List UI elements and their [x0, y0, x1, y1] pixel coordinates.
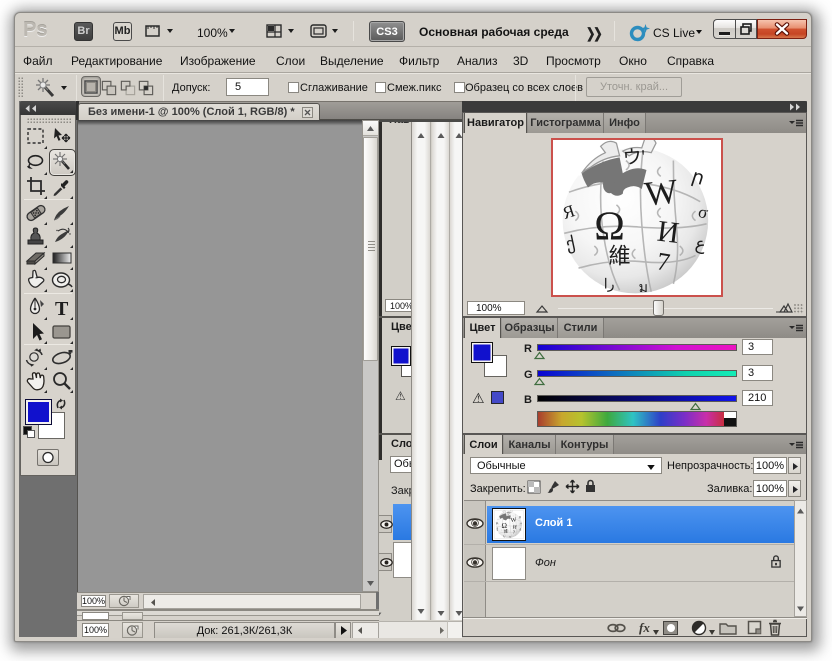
svg-text:И: И: [655, 214, 681, 250]
svg-text:ր: ր: [689, 166, 707, 190]
svg-text:ウ': ウ': [622, 147, 646, 170]
svg-text:Ω: Ω: [594, 203, 625, 249]
svg-text:ม: ม: [639, 280, 648, 295]
svg-text:را: را: [604, 277, 615, 293]
svg-text:W: W: [643, 172, 680, 214]
svg-text:ع: ع: [694, 234, 708, 255]
svg-text:維: 維: [609, 243, 631, 268]
svg-text:T: T: [55, 298, 69, 320]
